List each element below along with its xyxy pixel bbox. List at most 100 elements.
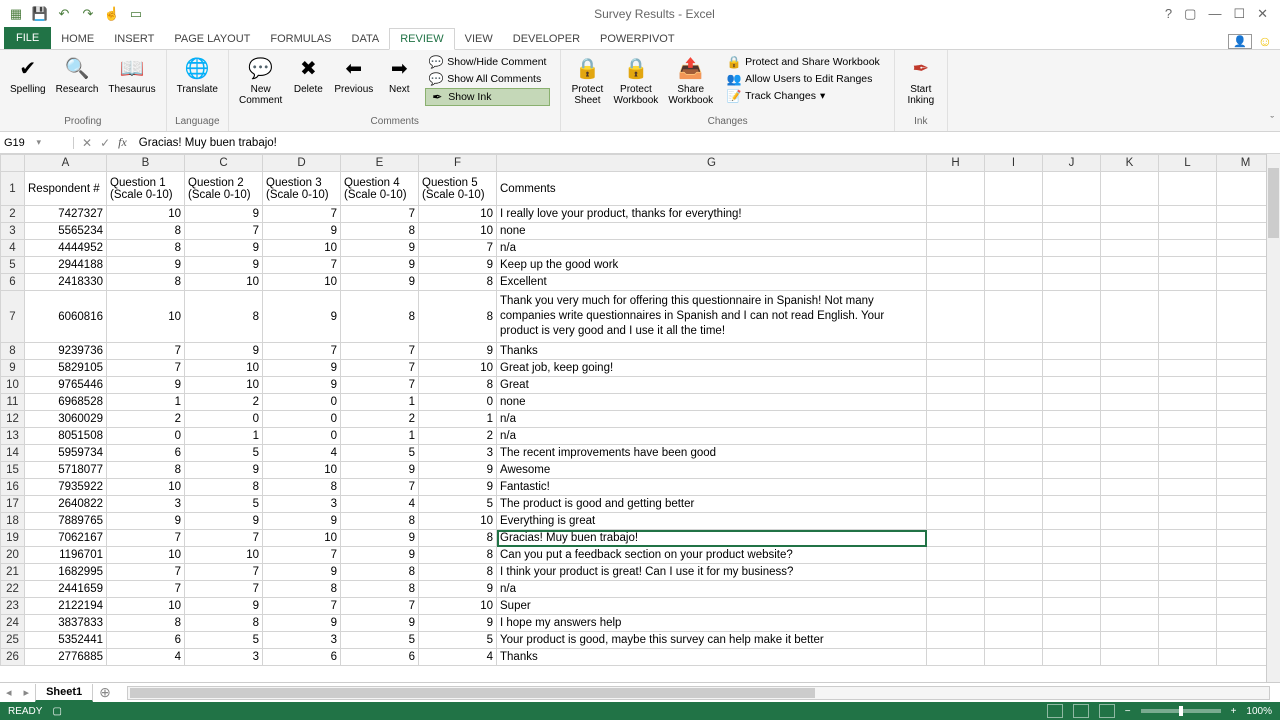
cell[interactable]: 1	[341, 394, 419, 411]
cell-comment[interactable]: Thanks	[497, 649, 927, 666]
cell[interactable]: 9	[341, 240, 419, 257]
cell-comment[interactable]: The recent improvements have been good	[497, 445, 927, 462]
tab-view[interactable]: VIEW	[455, 29, 503, 49]
cell[interactable]: 8051508	[25, 428, 107, 445]
cell[interactable]: 10	[185, 360, 263, 377]
cell-comment[interactable]: none	[497, 394, 927, 411]
cell[interactable]: 8	[419, 377, 497, 394]
cell[interactable]: 0	[419, 394, 497, 411]
row-header[interactable]: 11	[1, 394, 25, 411]
spreadsheet-grid[interactable]: ABCDEFGHIJKLM 1Respondent #Question 1(Sc…	[0, 154, 1280, 682]
tab-formulas[interactable]: FORMULAS	[260, 29, 341, 49]
cell[interactable]: 5	[419, 496, 497, 513]
redo-icon[interactable]: ↷	[80, 6, 96, 22]
cell[interactable]: 9	[185, 240, 263, 257]
cell[interactable]: 9	[419, 462, 497, 479]
cell[interactable]: 8	[185, 615, 263, 632]
header-cell[interactable]: Question 5(Scale 0-10)	[419, 172, 497, 206]
cell[interactable]: 8	[419, 547, 497, 564]
cell-comment[interactable]: Thanks	[497, 343, 927, 360]
tab-file[interactable]: FILE	[4, 27, 51, 49]
cell[interactable]: 8	[341, 564, 419, 581]
sheet-tab-sheet1[interactable]: Sheet1	[35, 684, 93, 702]
cell[interactable]: 5829105	[25, 360, 107, 377]
start-inking-button[interactable]: ✒Start Inking	[901, 52, 941, 108]
tab-developer[interactable]: DEVELOPER	[503, 29, 590, 49]
cell[interactable]: 6968528	[25, 394, 107, 411]
cell[interactable]: 10	[107, 479, 185, 496]
col-header-D[interactable]: D	[263, 155, 341, 172]
cell[interactable]: 8	[419, 274, 497, 291]
delete-comment-button[interactable]: ✖Delete	[288, 52, 328, 97]
next-comment-button[interactable]: ➡Next	[379, 52, 419, 97]
allow-edit-button[interactable]: 👥Allow Users to Edit Ranges	[723, 71, 884, 87]
cell[interactable]: 9	[185, 513, 263, 530]
header-cell[interactable]: Question 4(Scale 0-10)	[341, 172, 419, 206]
cell-comment[interactable]: I really love your product, thanks for e…	[497, 206, 927, 223]
row-header[interactable]: 21	[1, 564, 25, 581]
cell[interactable]: 8	[263, 479, 341, 496]
macro-record-icon[interactable]: ▢	[52, 706, 61, 717]
cell[interactable]: 3060029	[25, 411, 107, 428]
protect-workbook-button[interactable]: 🔒Protect Workbook	[609, 52, 662, 108]
row-header[interactable]: 24	[1, 615, 25, 632]
cell[interactable]: 8	[419, 291, 497, 343]
cell-comment[interactable]: Your product is good, maybe this survey …	[497, 632, 927, 649]
cell[interactable]: 9	[263, 615, 341, 632]
cell[interactable]: 7	[185, 581, 263, 598]
cell-comment[interactable]: Fantastic!	[497, 479, 927, 496]
row-header[interactable]: 16	[1, 479, 25, 496]
help-icon[interactable]: ?	[1165, 6, 1172, 22]
cell[interactable]: 1196701	[25, 547, 107, 564]
cell-comment[interactable]: n/a	[497, 411, 927, 428]
previous-comment-button[interactable]: ⬅Previous	[330, 52, 377, 97]
cell[interactable]: 7	[185, 223, 263, 240]
cell[interactable]: 5565234	[25, 223, 107, 240]
cell-comment[interactable]: Awesome	[497, 462, 927, 479]
cell[interactable]: 0	[263, 411, 341, 428]
normal-view-button[interactable]	[1047, 704, 1063, 718]
cell[interactable]: 7	[107, 581, 185, 598]
cell[interactable]: 9	[107, 513, 185, 530]
formula-input[interactable]: Gracias! Muy buen trabajo!	[135, 137, 1280, 149]
sheet-nav-prev[interactable]: ◂	[0, 686, 18, 699]
cell[interactable]: 7	[185, 564, 263, 581]
cell[interactable]: 9	[185, 598, 263, 615]
horizontal-scrollbar[interactable]	[127, 686, 1270, 700]
cell[interactable]: 7	[107, 360, 185, 377]
header-cell[interactable]: Question 3(Scale 0-10)	[263, 172, 341, 206]
cell-comment[interactable]: n/a	[497, 581, 927, 598]
cell[interactable]: 8	[263, 581, 341, 598]
cell[interactable]: 6	[107, 445, 185, 462]
name-box[interactable]: G19▾	[0, 137, 74, 149]
cell[interactable]: 7	[263, 598, 341, 615]
row-header[interactable]: 6	[1, 274, 25, 291]
cell[interactable]: 10	[419, 513, 497, 530]
cell-comment[interactable]: I think your product is great! Can I use…	[497, 564, 927, 581]
cell[interactable]: 8	[419, 530, 497, 547]
cell-comment[interactable]: n/a	[497, 428, 927, 445]
cell[interactable]: 4	[341, 496, 419, 513]
col-header-H[interactable]: H	[927, 155, 985, 172]
row-header[interactable]: 15	[1, 462, 25, 479]
col-header-A[interactable]: A	[25, 155, 107, 172]
cell-comment[interactable]: Keep up the good work	[497, 257, 927, 274]
header-cell[interactable]: Question 2(Scale 0-10)	[185, 172, 263, 206]
page-break-view-button[interactable]	[1099, 704, 1115, 718]
cell[interactable]: 8	[419, 564, 497, 581]
touch-icon[interactable]: ☝	[104, 6, 120, 22]
share-workbook-button[interactable]: 📤Share Workbook	[664, 52, 717, 108]
zoom-out-button[interactable]: −	[1125, 706, 1131, 717]
cell[interactable]: 9	[263, 360, 341, 377]
cell[interactable]: 5	[185, 445, 263, 462]
cell-comment[interactable]: none	[497, 223, 927, 240]
cell-comment[interactable]: Great	[497, 377, 927, 394]
col-header-G[interactable]: G	[497, 155, 927, 172]
cell[interactable]: 1	[341, 428, 419, 445]
cell[interactable]: 2	[341, 411, 419, 428]
cell[interactable]: 2	[107, 411, 185, 428]
protect-share-button[interactable]: 🔒Protect and Share Workbook	[723, 54, 884, 70]
cell[interactable]: 9	[341, 547, 419, 564]
col-header-L[interactable]: L	[1159, 155, 1217, 172]
cell-comment[interactable]: Super	[497, 598, 927, 615]
